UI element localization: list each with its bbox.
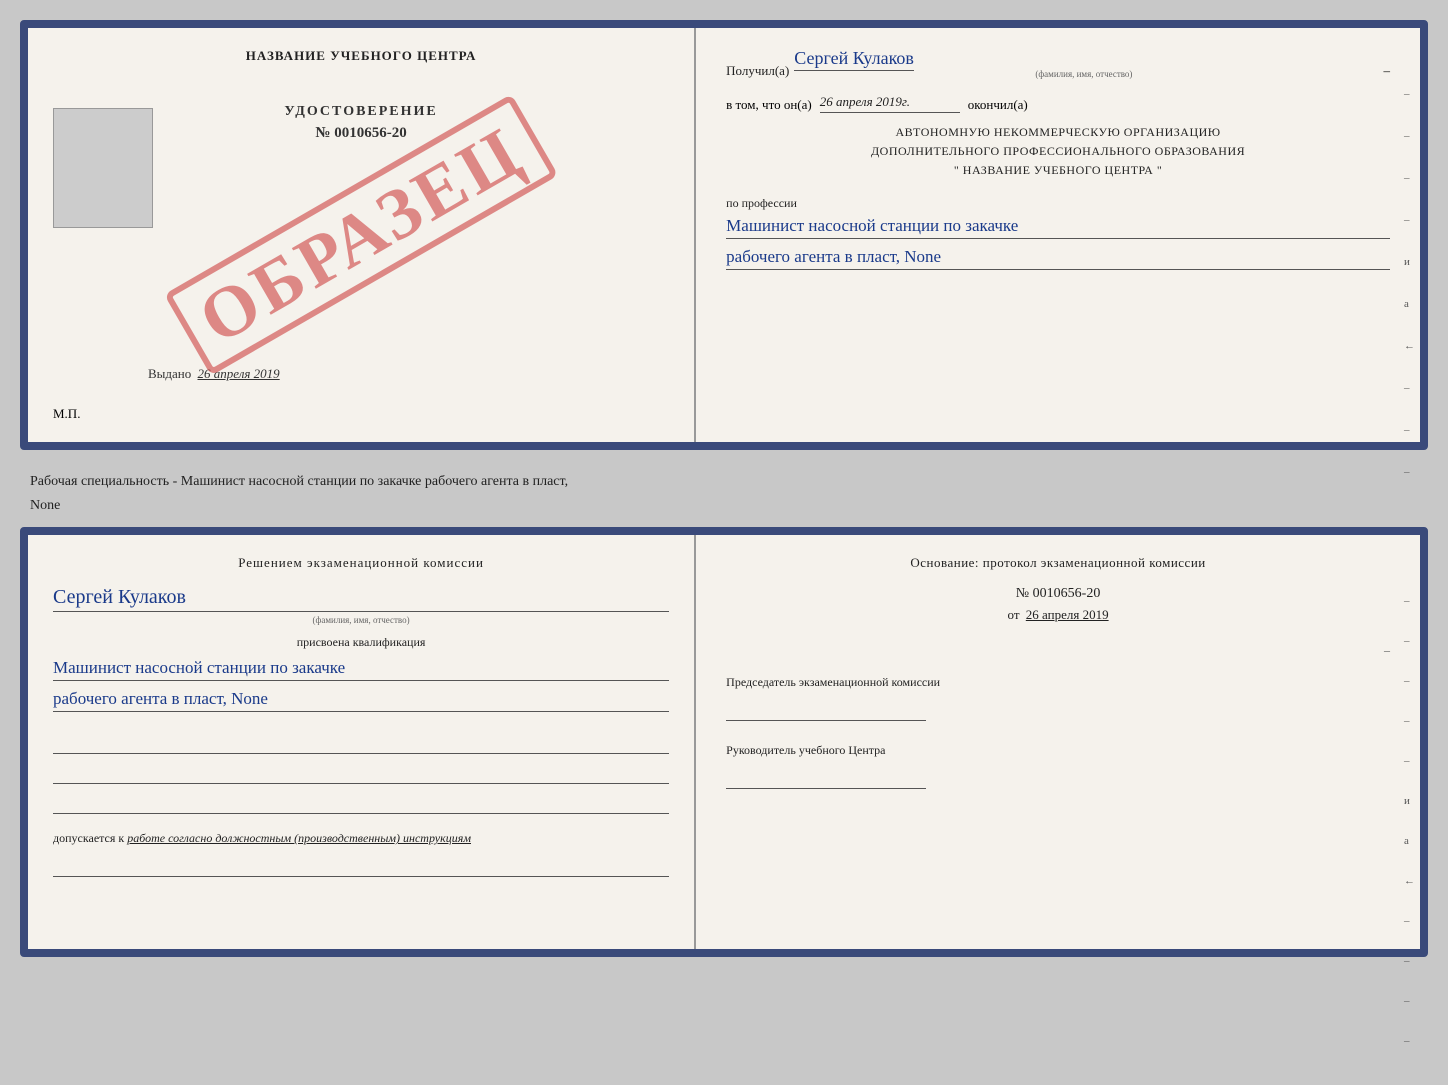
bottom-doc-right: Основание: протокол экзаменационной коми…: [696, 535, 1420, 949]
vtom-date: 26 апреля 2019г.: [820, 94, 960, 113]
bottom-name: Сергей Кулаков: [53, 586, 669, 612]
osnovanie-title: Основание: протокол экзаменационной коми…: [726, 555, 1390, 571]
bottom-number: № 0010656-20: [726, 586, 1390, 602]
dopuskaetsya-value: работе согласно должностным (производств…: [127, 831, 471, 845]
subtitle-block: Рабочая специальность - Машинист насосно…: [20, 460, 1428, 517]
poluchil-row: Получил(a) Сергей Кулаков (фамилия, имя,…: [726, 48, 1390, 79]
side-marks-top: – – – – и а ← – – –: [1404, 88, 1415, 478]
top-doc-right: Получил(a) Сергей Кулаков (фамилия, имя,…: [696, 28, 1420, 442]
prisvoyena-label: присвоена квалификация: [53, 635, 669, 650]
profession-line2-top: рабочего агента в пласт, None: [726, 247, 1390, 270]
dopuskaetsya-label: допускается к: [53, 831, 124, 845]
top-document: НАЗВАНИЕ УЧЕБНОГО ЦЕНТРА ОБРАЗЕЦ УДОСТОВ…: [20, 20, 1428, 450]
bottom-name-hint: (фамилия, имя, отчество): [53, 615, 669, 625]
bottom-prof-line1: Машинист насосной станции по закачке: [53, 658, 669, 681]
rukovoditel-block: Руководитель учебного Центра: [726, 741, 1390, 789]
org-line2: ДОПОЛНИТЕЛЬНОГО ПРОФЕССИОНАЛЬНОГО ОБРАЗО…: [726, 142, 1390, 161]
vydano-date: 26 апреля 2019: [198, 366, 280, 381]
resheniem-title: Решением экзаменационной комиссии: [53, 555, 669, 571]
mp-label: М.П.: [53, 406, 80, 422]
dash-top: –: [1383, 63, 1390, 79]
underline-3: [53, 792, 669, 814]
subtitle-line2: None: [25, 488, 1423, 518]
org-line3: " НАЗВАНИЕ УЧЕБНОГО ЦЕНТРА ": [726, 161, 1390, 180]
rukovoditel-label: Руководитель учебного Центра: [726, 741, 1390, 759]
page-container: НАЗВАНИЕ УЧЕБНОГО ЦЕНТРА ОБРАЗЕЦ УДОСТОВ…: [20, 20, 1428, 957]
side-marks-bottom: – – – – – и а ← – – – –: [1404, 595, 1415, 1047]
photo-placeholder: [53, 108, 153, 228]
bottom-document: Решением экзаменационной комиссии Сергей…: [20, 527, 1428, 957]
rukovoditel-sign-line: [726, 767, 926, 789]
underline-2: [53, 762, 669, 784]
predsedatel-block: Председатель экзаменационной комиссии: [726, 673, 1390, 721]
top-left-title: НАЗВАНИЕ УЧЕБНОГО ЦЕНТРА: [53, 48, 669, 64]
po-professii-label: по профессии: [726, 196, 1390, 211]
predsedatel-sign-line: [726, 699, 926, 721]
bottom-prof-line2: рабочего агента в пласт, None: [53, 689, 669, 712]
underline-bottom: [53, 855, 669, 877]
dash-right-1: –: [726, 643, 1390, 658]
vydano-line: Выдано 26 апреля 2019: [148, 366, 280, 382]
profession-line1-top: Машинист насосной станции по закачке: [726, 216, 1390, 239]
okonchil-label: окончил(а): [968, 97, 1028, 113]
bottom-doc-left: Решением экзаменационной комиссии Сергей…: [28, 535, 696, 949]
vtom-label: в том, что он(а): [726, 97, 812, 113]
ot-date-block: от 26 апреля 2019: [726, 607, 1390, 623]
recipient-name: Сергей Кулаков: [794, 48, 914, 71]
ot-date-value: 26 апреля 2019: [1026, 607, 1109, 622]
poluchil-label: Получил(a): [726, 63, 789, 79]
underlines-block: [53, 732, 669, 814]
dopuskaetsya-block: допускается к работе согласно должностны…: [53, 829, 669, 847]
top-doc-left: НАЗВАНИЕ УЧЕБНОГО ЦЕНТРА ОБРАЗЕЦ УДОСТОВ…: [28, 28, 696, 442]
vtom-row: в том, что он(а) 26 апреля 2019г. окончи…: [726, 94, 1390, 113]
predsedatel-label: Председатель экзаменационной комиссии: [726, 673, 1390, 691]
org-line1: АВТОНОМНУЮ НЕКОММЕРЧЕСКУЮ ОРГАНИЗАЦИЮ: [726, 123, 1390, 142]
underline-1: [53, 732, 669, 754]
ot-label: от: [1008, 607, 1020, 622]
vydano-label: Выдано: [148, 366, 191, 381]
org-block: АВТОНОМНУЮ НЕКОММЕРЧЕСКУЮ ОРГАНИЗАЦИЮ ДО…: [726, 123, 1390, 181]
